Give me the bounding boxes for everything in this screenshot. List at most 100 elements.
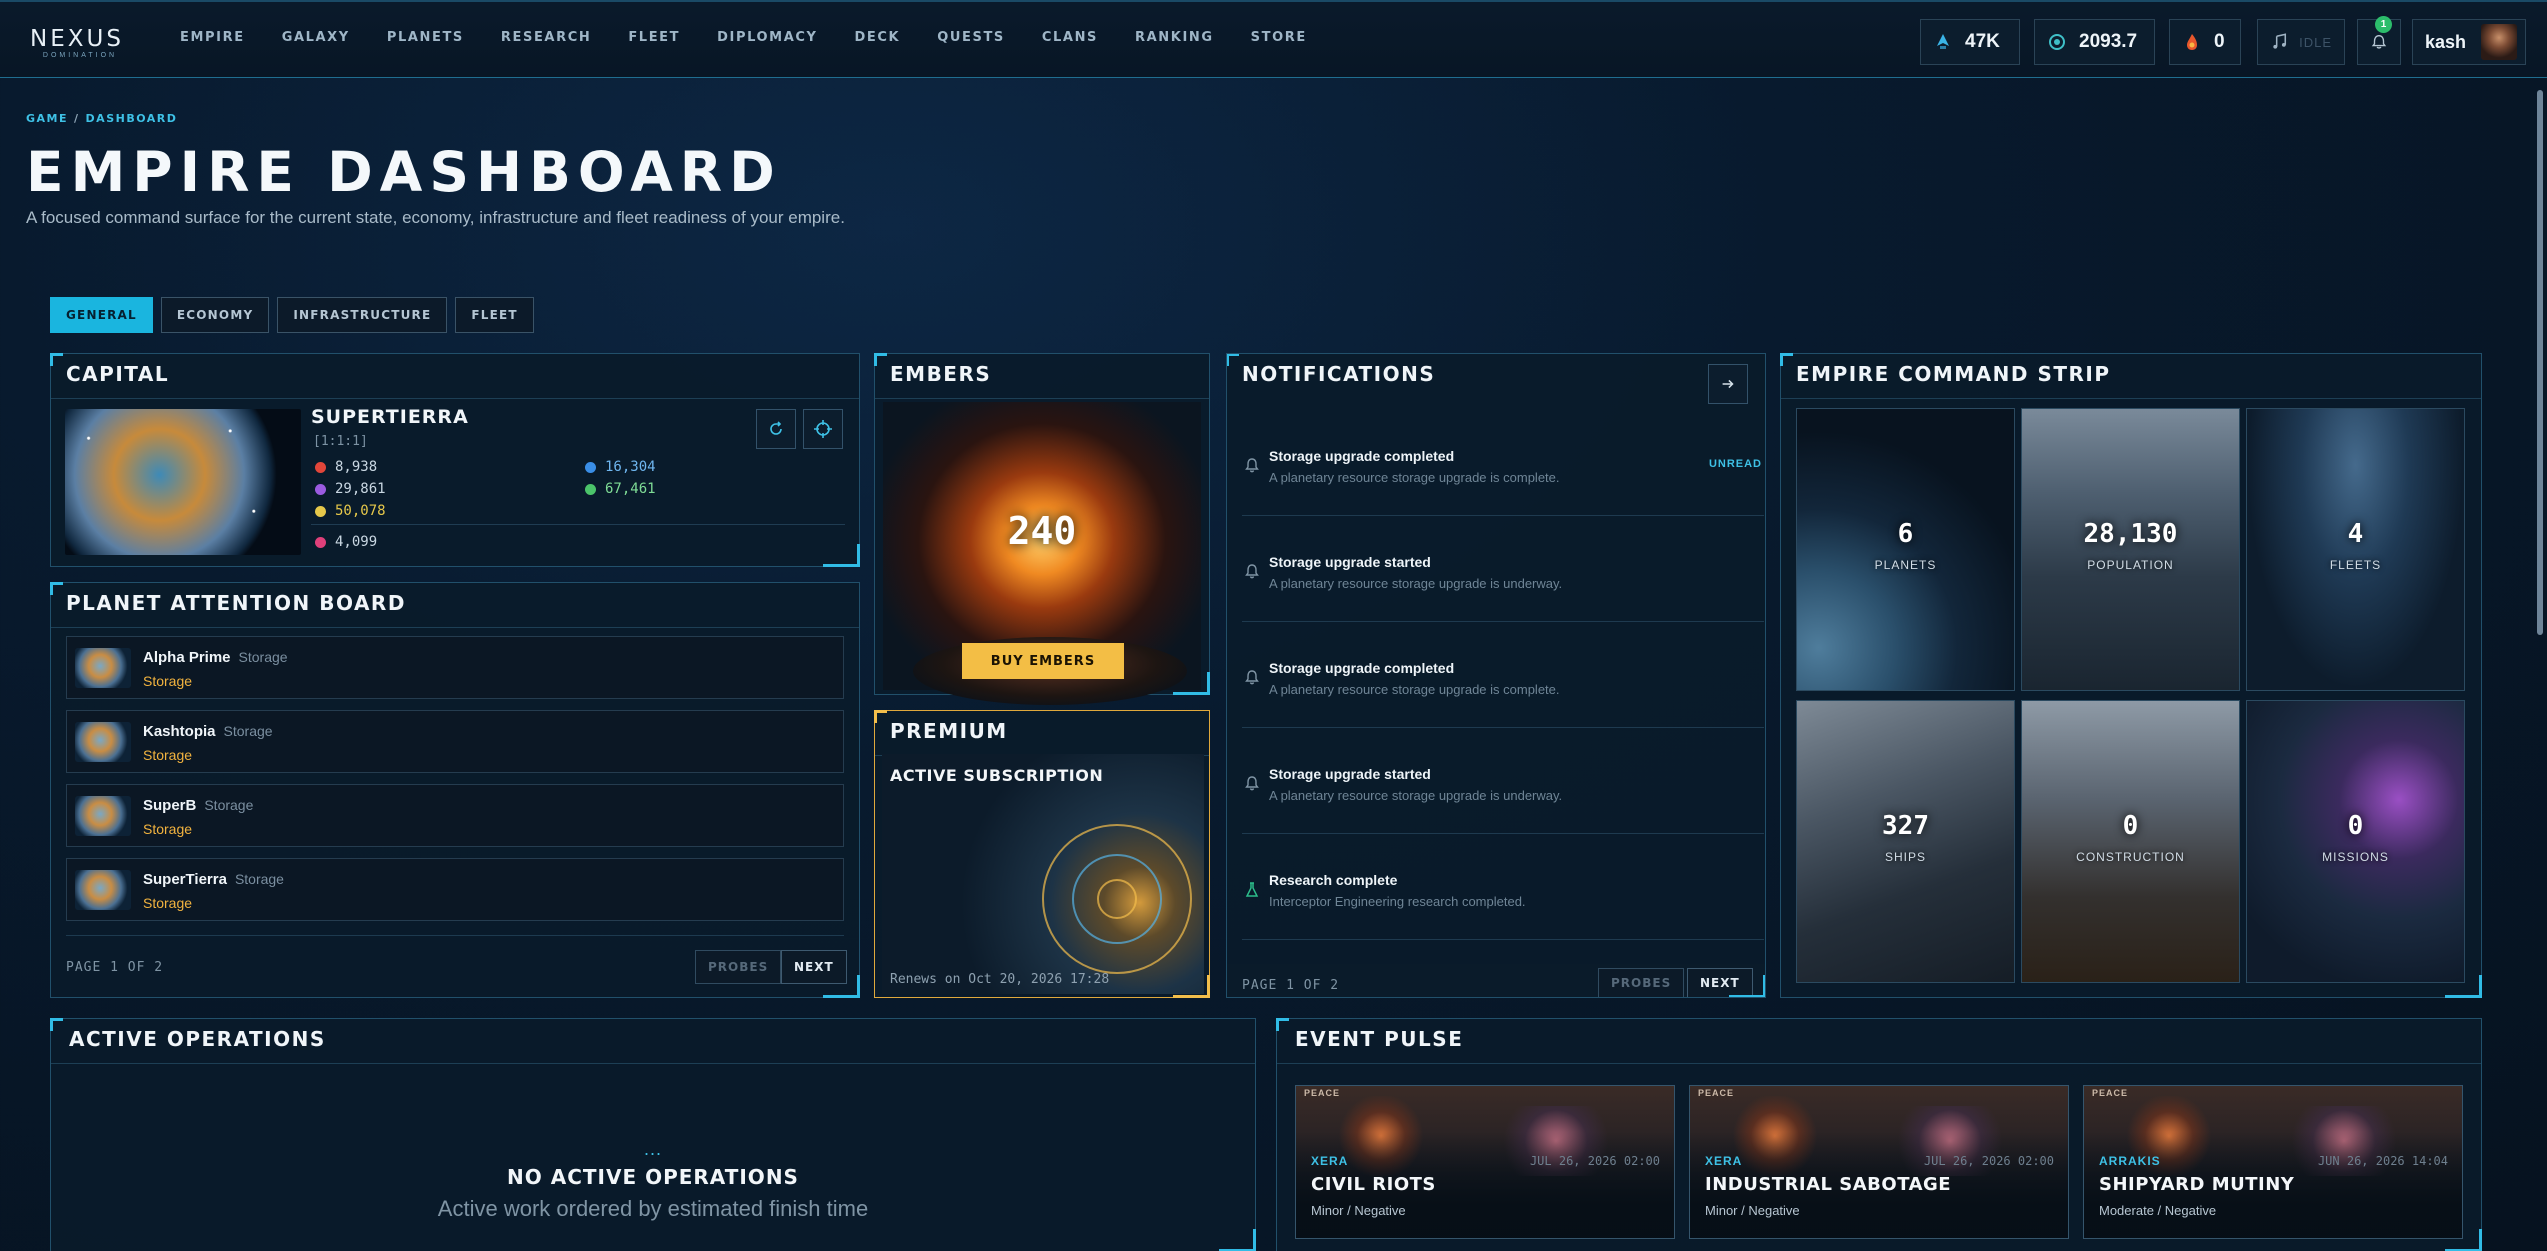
planet-thumbnail <box>75 870 131 910</box>
ships-count: 327 <box>1882 811 1929 841</box>
breadcrumb-dashboard: DASHBOARD <box>85 112 178 125</box>
attention-planet-name: Alpha Prime <box>143 649 231 666</box>
attention-item[interactable]: Alpha Prime Storage Storage <box>66 636 844 699</box>
planet-thumbnail <box>75 722 131 762</box>
buy-embers-button[interactable]: BUY EMBERS <box>962 643 1124 679</box>
notification-item[interactable]: Storage upgrade completed A planetary re… <box>1242 622 1764 728</box>
notification-description: A planetary resource storage upgrade is … <box>1269 788 1563 803</box>
tab-infrastructure[interactable]: INFRASTRUCTURE <box>277 297 448 333</box>
attention-item[interactable]: SuperB Storage Storage <box>66 784 844 847</box>
nav-link-research[interactable]: RESEARCH <box>501 30 591 45</box>
notification-item[interactable]: Research complete Interceptor Engineerin… <box>1242 834 1764 940</box>
active-operations-panel: ACTIVE OPERATIONS ... NO ACTIVE OPERATIO… <box>50 1018 1256 1251</box>
event-location: XERA <box>1705 1154 1743 1168</box>
embers-panel: EMBERS 240 BUY EMBERS <box>874 353 1210 705</box>
attention-item[interactable]: SuperTierra Storage Storage <box>66 858 844 921</box>
avatar <box>2481 24 2517 60</box>
tab-fleet[interactable]: FLEET <box>455 297 534 333</box>
nav-link-clans[interactable]: CLANS <box>1042 30 1098 45</box>
events-heading: EVENT PULSE <box>1295 1027 1464 1051</box>
ships-label: SHIPS <box>1884 850 1926 864</box>
arrow-right-icon <box>1722 379 1734 389</box>
attention-tag: Storage <box>204 797 254 813</box>
resource-food: 67,461 <box>585 481 656 497</box>
nav-link-ranking[interactable]: RANKING <box>1135 30 1214 45</box>
planet-thumbnail <box>75 796 131 836</box>
ships-stat-value: 47K <box>1965 31 2000 52</box>
planet-thumbnail <box>75 648 131 688</box>
fleets-tile[interactable]: 4 FLEETS <box>2246 408 2465 691</box>
logo-text: NEXUS <box>30 26 124 52</box>
resource-energy: 16,304 <box>585 459 656 475</box>
credits-stat[interactable]: 2093.7 <box>2034 19 2155 65</box>
nav-link-galaxy[interactable]: GALAXY <box>282 30 350 45</box>
dashboard-tabs: GENERAL ECONOMY INFRASTRUCTURE FLEET <box>50 297 542 333</box>
nav-link-store[interactable]: STORE <box>1251 30 1307 45</box>
attention-pagination: PAGE 1 OF 2 <box>66 960 164 975</box>
embers-stat[interactable]: 0 <box>2169 19 2241 65</box>
notification-title: Storage upgrade started <box>1269 554 1431 570</box>
attention-tag: Storage <box>234 871 284 887</box>
page-scrollbar[interactable] <box>2537 90 2543 635</box>
user-menu[interactable]: kash <box>2412 19 2526 65</box>
subscription-renewal: Renews on Oct 20, 2026 17:28 <box>890 972 1110 987</box>
event-peace-sign: PEACE <box>1304 1088 1341 1098</box>
capital-planet-name[interactable]: SUPERTIERRA <box>311 406 469 428</box>
nav-link-quests[interactable]: QUESTS <box>937 30 1005 45</box>
attention-item[interactable]: Kashtopia Storage Storage <box>66 710 844 773</box>
embers-balance: 240 <box>1007 509 1077 553</box>
notification-item[interactable]: Storage upgrade completed A planetary re… <box>1242 410 1764 516</box>
event-title: SHIPYARD MUTINY <box>2099 1174 2295 1195</box>
tab-economy[interactable]: ECONOMY <box>160 297 270 333</box>
fleets-count: 4 <box>2347 519 2364 549</box>
ships-stat[interactable]: 47K <box>1920 19 2020 65</box>
notifications-next-button[interactable]: NEXT <box>1687 968 1753 997</box>
missions-tile[interactable]: 0 MISSIONS <box>2246 700 2465 983</box>
planets-count: 6 <box>1897 519 1914 549</box>
ship-icon <box>1937 34 1949 49</box>
population-count: 28,130 <box>2083 519 2178 549</box>
resource-fuel: 50,078 <box>315 503 386 519</box>
ships-tile[interactable]: 327 SHIPS <box>1796 700 2015 983</box>
notifications-heading: NOTIFICATIONS <box>1242 362 1436 386</box>
nav-link-deck[interactable]: DECK <box>855 30 901 45</box>
premium-artwork <box>882 754 1204 994</box>
attention-next-button[interactable]: NEXT <box>781 950 847 984</box>
attention-planet-name: SuperTierra <box>143 871 227 888</box>
population-tile[interactable]: 28,130 POPULATION <box>2021 408 2240 691</box>
construction-label: CONSTRUCTION <box>2076 850 2185 864</box>
planets-tile[interactable]: 6 PLANETS <box>1796 408 2015 691</box>
event-date: JUN 26, 2026 14:04 <box>2317 1154 2448 1168</box>
notification-badge: 1 <box>2375 16 2392 33</box>
event-severity: Minor / Negative <box>1311 1203 1406 1218</box>
event-card[interactable]: PEACE XERA JUL 26, 2026 02:00 INDUSTRIAL… <box>1689 1085 2069 1239</box>
notification-item[interactable]: Storage upgrade started A planetary reso… <box>1242 728 1764 834</box>
capital-heading: CAPITAL <box>66 362 170 386</box>
notification-item[interactable]: Storage upgrade started A planetary reso… <box>1242 516 1764 622</box>
notifications-button[interactable]: 1 <box>2357 16 2401 65</box>
open-notifications-button[interactable] <box>1708 364 1748 404</box>
music-player[interactable]: IDLE <box>2257 19 2345 65</box>
fuel-icon <box>315 505 326 517</box>
breadcrumb-game[interactable]: GAME <box>26 112 68 125</box>
event-card[interactable]: PEACE XERA JUL 26, 2026 02:00 CIVIL RIOT… <box>1295 1085 1675 1239</box>
event-title: CIVIL RIOTS <box>1311 1174 1436 1195</box>
operations-heading: ACTIVE OPERATIONS <box>69 1027 326 1051</box>
locate-planet-button[interactable] <box>803 409 843 449</box>
nav-link-empire[interactable]: EMPIRE <box>180 30 245 45</box>
rename-planet-button[interactable] <box>756 409 796 449</box>
attention-prev-button[interactable]: PROBES <box>695 950 782 984</box>
event-card[interactable]: PEACE ARRAKIS JUN 26, 2026 14:04 SHIPYAR… <box>2083 1085 2463 1239</box>
subscription-status: ACTIVE SUBSCRIPTION <box>890 766 1104 785</box>
event-date: JUL 26, 2026 02:00 <box>1923 1154 2054 1168</box>
nav-link-fleet[interactable]: FLEET <box>628 30 680 45</box>
construction-tile[interactable]: 0 CONSTRUCTION <box>2021 700 2240 983</box>
nav-link-planets[interactable]: PLANETS <box>387 30 464 45</box>
missions-label: MISSIONS <box>2322 850 2389 864</box>
embers-stat-value: 0 <box>2214 31 2225 52</box>
notifications-prev-button[interactable]: PROBES <box>1598 968 1685 997</box>
nexus-logo[interactable]: NEXUS DOMINATION <box>30 26 140 60</box>
tab-general[interactable]: GENERAL <box>50 297 153 333</box>
breadcrumb-separator: / <box>74 112 80 125</box>
nav-link-diplomacy[interactable]: DIPLOMACY <box>717 30 817 45</box>
